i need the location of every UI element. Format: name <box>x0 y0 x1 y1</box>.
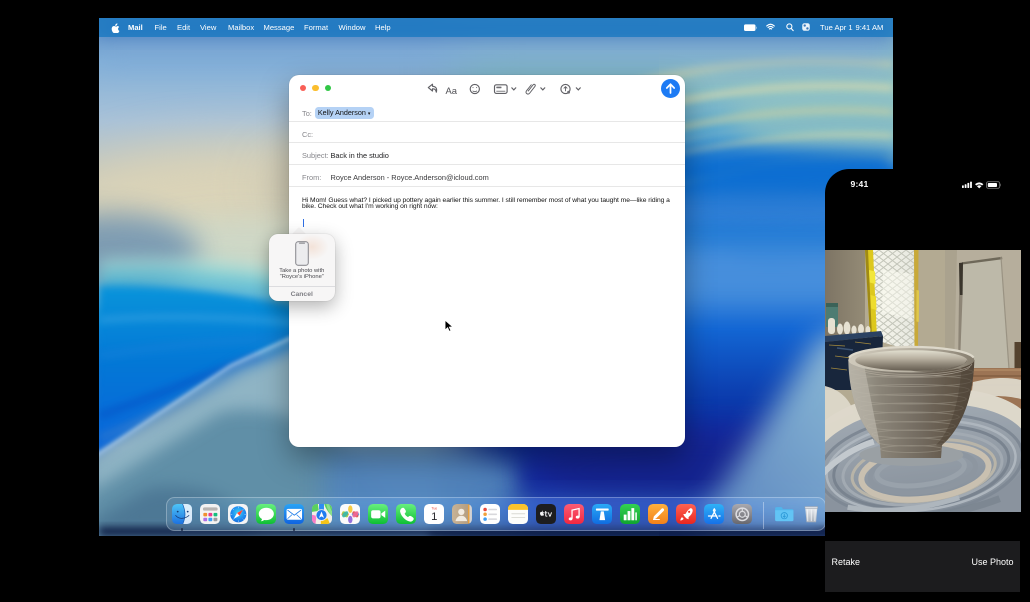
svg-text:Tue: Tue <box>431 506 437 510</box>
svg-text:Aa: Aa <box>446 85 458 96</box>
svg-text:1: 1 <box>431 511 437 523</box>
